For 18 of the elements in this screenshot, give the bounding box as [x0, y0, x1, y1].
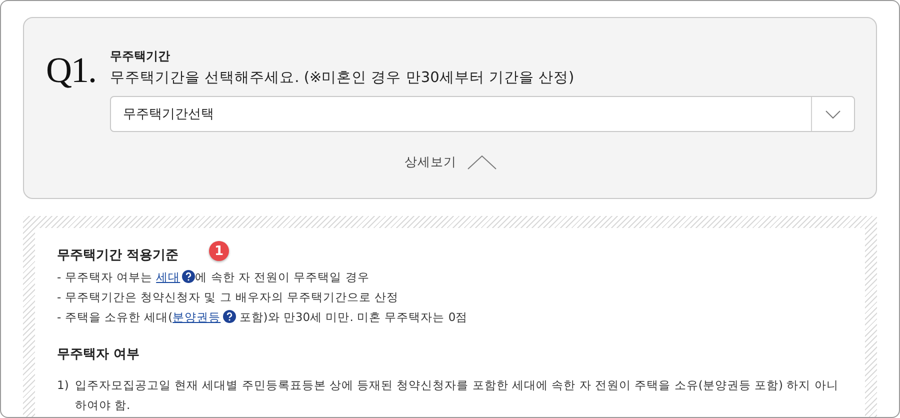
question-text: 무주택기간을 선택해주세요. (※미혼인 경우 만30세부터 기간을 산정)	[110, 69, 574, 87]
link[interactable]: 분양권등	[172, 310, 221, 324]
question-label: 무주택기간	[110, 48, 170, 65]
question-number: Q1.	[46, 52, 96, 92]
list-text: 입주자모집공고일 현재 세대별 주민등록표등본 상에 등재된 청약신청자를 포함한 세대에 속한 자 전원이 주택을 소유(분양권등 포함) 하지 아니하여야 함.	[74, 377, 840, 414]
section-heading: 무주택기간 적용기준	[57, 247, 179, 264]
chevron-up-icon	[466, 155, 496, 170]
bullet-text: - 무주택자 여부는 세대 에 속한 자 전원이 무주택일 경우	[57, 269, 370, 286]
bullet-text: - 주택을 소유한 세대(분양권등 포함)와 만30세 미만. 미혼 무주택자는 0점	[57, 309, 468, 326]
help-icon[interactable]	[222, 310, 236, 323]
link[interactable]: 세대	[156, 270, 180, 284]
section-heading: 무주택자 여부	[57, 346, 140, 363]
chevron-down-icon	[825, 110, 841, 118]
period-select[interactable]: 무주택기간선택	[110, 96, 855, 132]
bullet-text: - 무주택기간은 청약신청자 및 그 배우자의 무주택기간으로 산정	[57, 289, 399, 306]
help-icon[interactable]	[182, 270, 196, 283]
details-toggle[interactable]: 상세보기	[404, 154, 496, 171]
list-number: 1)	[57, 377, 69, 394]
